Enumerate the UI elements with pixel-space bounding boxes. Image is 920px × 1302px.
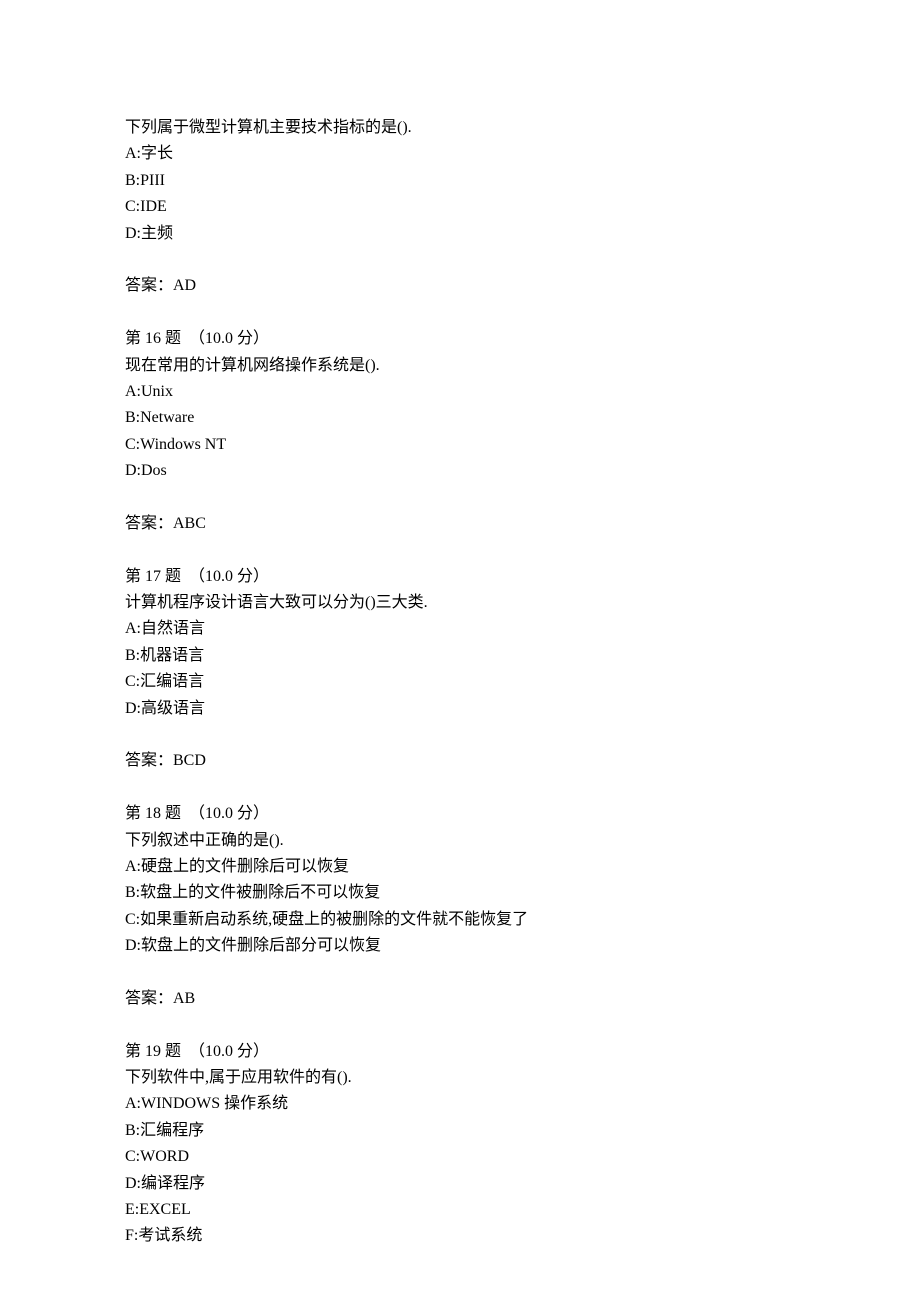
option-f: F:考试系统 — [125, 1223, 795, 1249]
question-stem: 下列属于微型计算机主要技术指标的是(). — [125, 115, 795, 141]
option-a: A:Unix — [125, 379, 795, 405]
spacer — [125, 1012, 795, 1038]
question-15: 下列属于微型计算机主要技术指标的是(). A:字长 B:PIII C:IDE D… — [125, 115, 795, 300]
option-a: A:WINDOWS 操作系统 — [125, 1091, 795, 1117]
answer: 答案：AD — [125, 273, 795, 299]
question-stem: 下列软件中,属于应用软件的有(). — [125, 1065, 795, 1091]
spacer — [125, 775, 795, 801]
question-stem: 下列叙述中正确的是(). — [125, 828, 795, 854]
question-stem: 计算机程序设计语言大致可以分为()三大类. — [125, 590, 795, 616]
option-b: B:PIII — [125, 168, 795, 194]
option-b: B:机器语言 — [125, 643, 795, 669]
answer: 答案：AB — [125, 986, 795, 1012]
option-c: C:汇编语言 — [125, 669, 795, 695]
spacer — [125, 247, 795, 273]
spacer — [125, 484, 795, 510]
document-page: 下列属于微型计算机主要技术指标的是(). A:字长 B:PIII C:IDE D… — [0, 0, 795, 1250]
spacer — [125, 537, 795, 563]
answer: 答案：ABC — [125, 511, 795, 537]
option-c: C:IDE — [125, 194, 795, 220]
option-c: C:Windows NT — [125, 432, 795, 458]
answer: 答案：BCD — [125, 748, 795, 774]
question-header: 第 19 题 （10.0 分） — [125, 1039, 795, 1065]
option-c: C:如果重新启动系统,硬盘上的被删除的文件就不能恢复了 — [125, 907, 795, 933]
option-d: D:Dos — [125, 458, 795, 484]
question-header: 第 18 题 （10.0 分） — [125, 801, 795, 827]
question-header: 第 17 题 （10.0 分） — [125, 564, 795, 590]
question-17: 第 17 题 （10.0 分） 计算机程序设计语言大致可以分为()三大类. A:… — [125, 564, 795, 775]
option-a: A:自然语言 — [125, 616, 795, 642]
option-b: B:软盘上的文件被删除后不可以恢复 — [125, 880, 795, 906]
question-header: 第 16 题 （10.0 分） — [125, 326, 795, 352]
question-19: 第 19 题 （10.0 分） 下列软件中,属于应用软件的有(). A:WIND… — [125, 1039, 795, 1250]
question-18: 第 18 题 （10.0 分） 下列叙述中正确的是(). A:硬盘上的文件删除后… — [125, 801, 795, 1012]
question-stem: 现在常用的计算机网络操作系统是(). — [125, 353, 795, 379]
spacer — [125, 960, 795, 986]
option-a: A:硬盘上的文件删除后可以恢复 — [125, 854, 795, 880]
option-d: D:高级语言 — [125, 696, 795, 722]
option-c: C:WORD — [125, 1144, 795, 1170]
option-a: A:字长 — [125, 141, 795, 167]
option-b: B:Netware — [125, 405, 795, 431]
spacer — [125, 722, 795, 748]
option-e: E:EXCEL — [125, 1197, 795, 1223]
question-16: 第 16 题 （10.0 分） 现在常用的计算机网络操作系统是(). A:Uni… — [125, 326, 795, 537]
spacer — [125, 300, 795, 326]
option-d: D:软盘上的文件删除后部分可以恢复 — [125, 933, 795, 959]
option-b: B:汇编程序 — [125, 1118, 795, 1144]
option-d: D:主频 — [125, 221, 795, 247]
option-d: D:编译程序 — [125, 1171, 795, 1197]
